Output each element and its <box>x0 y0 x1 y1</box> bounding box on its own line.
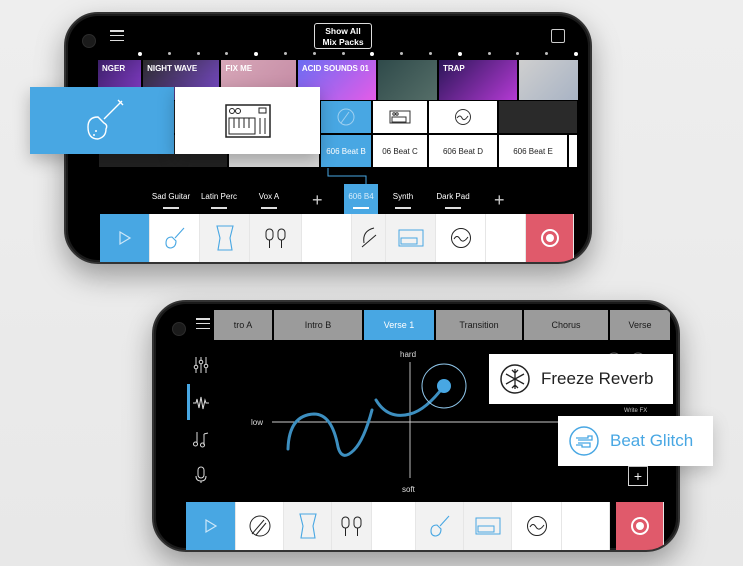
wave-circle-icon <box>526 516 547 536</box>
guitar-card[interactable] <box>30 87 174 154</box>
track-label-latin-perc[interactable]: Latin Perc <box>194 192 244 209</box>
dock-slot-vox[interactable] <box>250 214 302 262</box>
dock-slot-dark-pad[interactable] <box>512 502 562 550</box>
dock-slot-empty[interactable] <box>562 502 610 550</box>
dock-slot-vox[interactable] <box>332 502 372 550</box>
dock-slot-conga[interactable] <box>200 214 250 262</box>
dock-slot-dark-pad[interactable] <box>436 214 486 262</box>
track-label-sad-guitar[interactable]: Sad Guitar <box>146 192 196 209</box>
record-icon <box>540 229 559 247</box>
play-button[interactable] <box>100 214 150 262</box>
pad-label-low: low <box>251 418 264 427</box>
track-label-synth[interactable]: Synth <box>378 192 428 209</box>
track-label-606-b4[interactable]: 606 B4 <box>344 184 378 216</box>
pad-label-hard: hard <box>400 350 417 359</box>
cymbal-icon <box>361 227 376 248</box>
beat-glitch-callout[interactable]: Beat Glitch <box>558 416 713 466</box>
xy-pad-handle <box>437 379 451 393</box>
add-track-button[interactable]: + <box>312 190 323 211</box>
synth-icon <box>475 517 500 535</box>
play-icon <box>118 230 131 246</box>
play-button[interactable] <box>186 502 236 550</box>
dock-slot-guitar[interactable] <box>150 214 200 262</box>
guitar-icon <box>164 227 184 249</box>
synth-icon <box>398 229 423 247</box>
add-track-button[interactable]: + <box>494 190 505 211</box>
play-icon <box>204 518 217 534</box>
track-label-dark-pad[interactable]: Dark Pad <box>428 192 478 209</box>
beat-glitch-label: Beat Glitch <box>610 431 694 450</box>
add-fx-button[interactable]: + <box>628 466 648 486</box>
guitar-icon <box>429 515 449 537</box>
dock-slot-conga[interactable] <box>284 502 332 550</box>
record-icon <box>630 517 649 535</box>
instrument-dock <box>186 502 664 550</box>
record-button[interactable] <box>616 502 664 550</box>
microphones-icon <box>265 228 285 248</box>
record-button[interactable] <box>526 214 574 262</box>
synth-card[interactable] <box>175 87 320 154</box>
instrument-dock <box>100 214 574 262</box>
marketing-stage: Show All Mix Packs NGER NIGHT WAVE FIX ME A… <box>0 0 743 566</box>
freeze-reverb-callout[interactable]: Freeze Reverb <box>489 354 673 404</box>
conga-icon <box>298 513 317 539</box>
guitar-icon <box>87 99 124 140</box>
dock-slot-empty[interactable] <box>372 502 416 550</box>
cymbal-icon <box>249 515 270 537</box>
dock-slot-synth[interactable] <box>386 214 436 262</box>
write-fx-label[interactable]: Write FX <box>624 408 647 414</box>
dock-slot-synth[interactable] <box>464 502 512 550</box>
pad-label-soft: soft <box>402 485 415 494</box>
wave-circle-icon <box>450 228 471 248</box>
glitch-icon <box>569 426 599 456</box>
dock-slot-empty[interactable] <box>486 214 526 262</box>
track-label-vox-a[interactable]: Vox A <box>244 192 294 209</box>
dock-slot-empty[interactable] <box>302 214 352 262</box>
synth-icon <box>224 103 271 138</box>
conga-icon <box>215 225 234 251</box>
freeze-reverb-label: Freeze Reverb <box>541 369 654 388</box>
snowflake-icon <box>500 364 530 394</box>
dock-slot-606[interactable] <box>352 214 386 262</box>
dock-slot-cymbal[interactable] <box>236 502 284 550</box>
microphones-icon <box>341 516 361 536</box>
dock-slot-guitar[interactable] <box>416 502 464 550</box>
